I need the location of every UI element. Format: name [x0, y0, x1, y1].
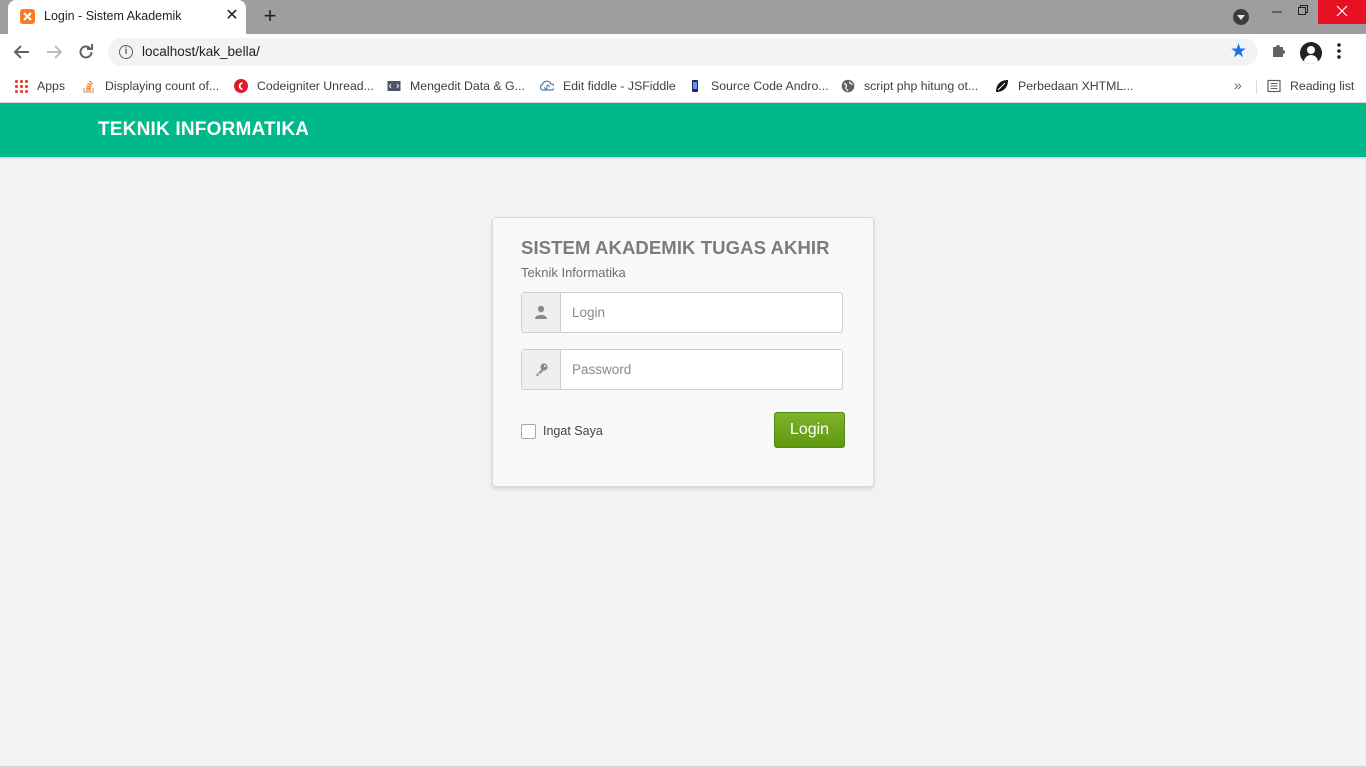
- url-text[interactable]: localhost/kak_bella/: [142, 44, 260, 59]
- page-body: TEKNIK INFORMATIKA SISTEM AKADEMIK TUGAS…: [0, 103, 1366, 768]
- more-bookmarks-chevron-icon[interactable]: »: [1234, 77, 1242, 93]
- remember-me-checkbox[interactable]: [521, 424, 536, 439]
- close-window-button[interactable]: [1318, 0, 1366, 24]
- site-header: TEKNIK INFORMATIKA: [0, 103, 1366, 157]
- profile-avatar-icon[interactable]: [1300, 42, 1322, 64]
- password-input-group: [521, 349, 843, 390]
- bookmark-star-icon[interactable]: ★: [1230, 41, 1247, 63]
- forward-arrow-icon[interactable]: [43, 41, 65, 63]
- apps-grid-icon: [14, 79, 28, 93]
- remember-me-label[interactable]: Ingat Saya: [543, 424, 603, 438]
- tab-title: Login - Sistem Akademik: [44, 9, 182, 23]
- browser-toolbar: i localhost/kak_bella/ ★: [0, 34, 1366, 70]
- bookmarks-bar: Apps Displaying count of... Codeigniter …: [0, 70, 1366, 103]
- new-tab-button[interactable]: +: [259, 5, 281, 28]
- phone-icon: [692, 80, 698, 92]
- address-bar[interactable]: i localhost/kak_bella/ ★: [108, 38, 1258, 66]
- codeigniter-icon: [234, 79, 248, 93]
- site-info-icon[interactable]: i: [119, 45, 133, 59]
- browser-tab-active[interactable]: Login - Sistem Akademik ✕: [8, 0, 246, 34]
- restore-window-button[interactable]: [1285, 0, 1321, 24]
- reading-list-icon: [1267, 79, 1281, 93]
- extensions-puzzle-icon[interactable]: [1270, 42, 1287, 64]
- bookmarks-divider: [1256, 80, 1257, 94]
- xampp-favicon-icon: [20, 9, 35, 24]
- site-brand[interactable]: TEKNIK INFORMATIKA: [98, 119, 309, 141]
- login-card-subtitle: Teknik Informatika: [521, 265, 626, 280]
- tab-search-icon[interactable]: [1233, 9, 1249, 25]
- login-submit-button[interactable]: Login: [774, 412, 845, 448]
- login-card: SISTEM AKADEMIK TUGAS AKHIR Teknik Infor…: [492, 217, 874, 487]
- globe-icon: [841, 79, 855, 93]
- login-input-group: [521, 292, 843, 333]
- reload-icon[interactable]: [75, 41, 97, 63]
- close-tab-icon[interactable]: ✕: [224, 8, 240, 24]
- jsfiddle-icon: [540, 80, 554, 91]
- browser-tab-strip: Login - Sistem Akademik ✕ +: [0, 0, 1366, 34]
- password-input[interactable]: [561, 350, 841, 389]
- leaf-icon: [996, 80, 1008, 92]
- stackoverflow-icon: [83, 80, 94, 93]
- login-username-input[interactable]: [561, 293, 841, 332]
- key-icon: [522, 350, 561, 389]
- kebab-menu-icon[interactable]: [1337, 40, 1341, 64]
- login-card-title: SISTEM AKADEMIK TUGAS AKHIR: [521, 237, 830, 258]
- code-page-icon: [387, 81, 401, 91]
- back-arrow-icon[interactable]: [11, 41, 33, 63]
- user-icon: [522, 293, 561, 332]
